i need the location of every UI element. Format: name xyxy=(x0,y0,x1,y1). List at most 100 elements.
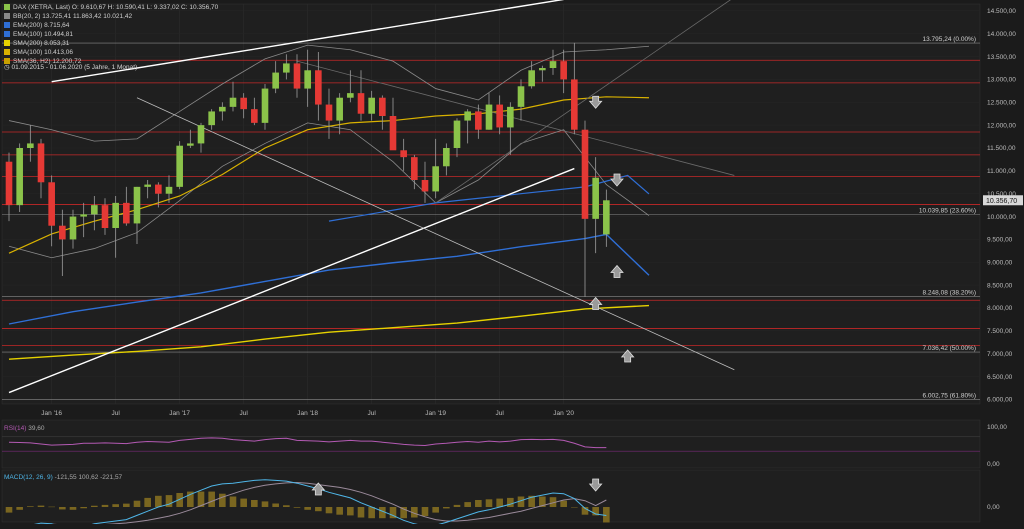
rsi-value: 39,60 xyxy=(28,425,45,432)
macd-panel xyxy=(1,469,981,523)
macd-histogram-bar xyxy=(48,506,55,508)
legend-instrument-values: O: 9.610,67 H: 10.590,41 L: 9.337,02 C: … xyxy=(71,4,219,11)
legend-ema200-values: 8.715,64 xyxy=(44,22,70,29)
legend-ema200: EMA(200) 8.715,64 xyxy=(4,21,218,30)
candle-up xyxy=(91,205,98,215)
legend-ema200-label: EMA(200) xyxy=(13,22,43,29)
legend-bb-values: 13.725,41 11.863,42 10.021,42 xyxy=(42,13,133,20)
candle-down xyxy=(123,202,130,224)
candle-up xyxy=(16,148,23,206)
y-tick-label: 14.500,00 xyxy=(987,8,1016,15)
fib-level-label: 6.002,75 (61.80%) xyxy=(923,392,976,399)
chart-svg[interactable]: Jan '16 Jul Jan '17 Jul Jan '18 Jul Jan '19 Jul… xyxy=(0,0,1024,529)
y-tick-label: 7.500,00 xyxy=(987,328,1013,335)
candle-up xyxy=(176,145,183,187)
candle-down xyxy=(325,104,333,121)
candle-down xyxy=(59,225,66,240)
macd-histogram-bar xyxy=(432,507,439,513)
macd-histogram-bar xyxy=(69,507,77,510)
candle-up xyxy=(603,200,610,235)
candle-up xyxy=(485,104,493,130)
x-tick-label: Jan '16 xyxy=(41,410,62,417)
y-tick-label: 10.000,00 xyxy=(987,214,1016,221)
chart-canvas[interactable]: Jan '16 Jul Jan '17 Jul Jan '18 Jul Jan '19 Jul… xyxy=(0,0,1024,529)
candle-down xyxy=(400,150,407,158)
rsi-name: RSI(14) xyxy=(4,425,27,432)
y-tick-label: 14.000,00 xyxy=(987,31,1016,38)
candle-down xyxy=(411,157,418,180)
y-tick-label: 13.500,00 xyxy=(987,54,1016,61)
y-tick-label: 12.000,00 xyxy=(987,122,1016,129)
candle-up xyxy=(336,97,343,121)
candle-down xyxy=(389,116,397,151)
macd-histogram-bar xyxy=(59,507,66,510)
rsi-tick-label: 0,00 xyxy=(987,461,1000,468)
candle-up xyxy=(261,88,269,123)
candle-down xyxy=(315,70,322,105)
candle-up xyxy=(517,86,525,107)
candle-down xyxy=(379,97,386,116)
macd-histogram-bar xyxy=(112,504,119,507)
macd-histogram-bar xyxy=(304,507,311,510)
ema100-swatch xyxy=(4,31,10,37)
macd-label: MACD(12, 26, 9) -121,55 100,62 -221,57 xyxy=(4,474,122,481)
macd-histogram-bar xyxy=(155,495,162,507)
candle-up xyxy=(80,214,87,217)
clock-icon: ◷ xyxy=(4,64,10,71)
macd-histogram-bar xyxy=(229,496,237,507)
legend-sma200: SMA(200) 8.053,31 xyxy=(4,39,218,48)
candle-down xyxy=(293,63,301,89)
x-tick-label: Jan '19 xyxy=(425,410,446,417)
candle-up xyxy=(432,166,439,192)
fib-level-label: 10.039,85 (23.60%) xyxy=(919,208,976,215)
rsi-tick-label: 100,00 xyxy=(987,424,1007,431)
macd-histogram-bar xyxy=(443,507,450,509)
y-tick-label: 8.000,00 xyxy=(987,305,1013,312)
candle-up xyxy=(229,97,237,107)
macd-histogram-bar xyxy=(144,497,151,507)
macd-histogram-bar xyxy=(368,507,375,519)
macd-histogram-bar xyxy=(27,506,34,507)
macd-tick-label: 0,00 xyxy=(987,504,1000,511)
y-tick-label: 8.500,00 xyxy=(987,282,1013,289)
legend-ema100-label: EMA(100) xyxy=(13,31,43,38)
macd-histogram-bar xyxy=(283,505,290,507)
y-tick-label: 9.500,00 xyxy=(987,237,1013,244)
legend: DAX (XETRA, Last) O: 9.610,67 H: 10.590,… xyxy=(4,3,218,66)
candle-up xyxy=(507,106,514,128)
legend-ema100: EMA(100) 10.494,81 xyxy=(4,30,218,39)
candle-up xyxy=(69,216,77,240)
macd-histogram-bar xyxy=(507,497,514,507)
macd-histogram-bar xyxy=(123,503,130,507)
candle-up xyxy=(112,202,119,228)
macd-name: MACD(12, 26, 9) xyxy=(4,474,53,481)
macd-histogram-bar xyxy=(496,498,503,507)
candle-up xyxy=(27,143,34,148)
legend-sma100-values: 10.413,06 xyxy=(44,49,73,56)
macd-histogram-bar xyxy=(80,507,87,509)
legend-instrument-label: DAX (XETRA, Last) xyxy=(13,4,71,11)
candle-down xyxy=(240,97,247,110)
macd-histogram-bar xyxy=(315,507,322,512)
macd-histogram-bar xyxy=(133,500,141,507)
fib-level-label: 8.248,08 (38.20%) xyxy=(923,290,976,297)
candle-up xyxy=(368,97,375,114)
x-tick-label: Jul xyxy=(496,410,505,417)
candle-down xyxy=(101,205,109,228)
candle-up xyxy=(453,120,461,148)
candle-up xyxy=(347,93,354,98)
period-label: ◷ 01.09.2015 - 01.06.2020 (5 Jahre, 1 Mo… xyxy=(4,63,137,71)
macd-histogram-bar xyxy=(453,504,461,507)
legend-bb: BB(20, 2) 13.725,41 11.863,42 10.021,42 xyxy=(4,12,218,21)
candle-down xyxy=(571,79,578,130)
macd-histogram-bar xyxy=(357,507,365,518)
legend-bb-label: BB(20, 2) xyxy=(13,13,41,20)
macd-histogram-bar xyxy=(336,507,343,515)
sma100-swatch xyxy=(4,49,10,55)
sma200-swatch xyxy=(4,40,10,46)
macd-histogram-bar xyxy=(347,507,354,516)
candle-up xyxy=(187,143,194,146)
fib-level-label: 7.036,42 (50.00%) xyxy=(923,345,976,352)
candle-up xyxy=(272,72,279,89)
y-tick-label: 9.000,00 xyxy=(987,259,1013,266)
